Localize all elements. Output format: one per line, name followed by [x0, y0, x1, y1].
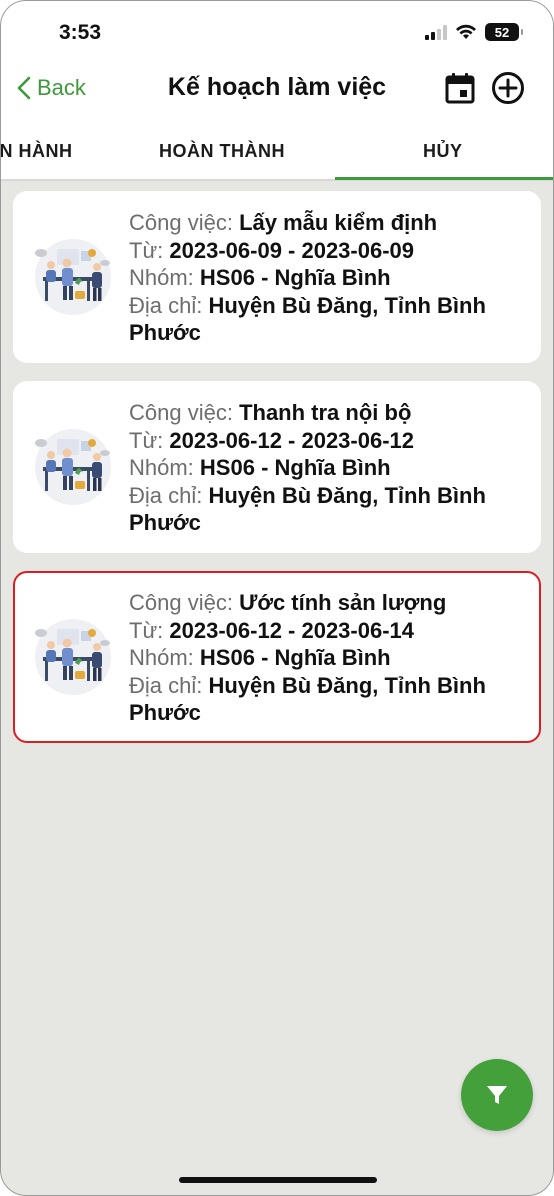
date-value: 2023-06-09 - 2023-06-09 — [169, 237, 415, 263]
plan-card-info: Công việc: Ước tính sản lượng Từ: 2023-0… — [129, 589, 529, 727]
address-row: Địa chỉ: Huyện Bù Đăng, Tỉnh Bình Phước — [129, 292, 529, 347]
task-row: Công việc: Lấy mẫu kiểm định — [129, 209, 529, 237]
header-area: 3:53 52 Back Kế hoạch làm việc N HÀNH HO… — [1, 1, 553, 181]
group-label: Nhóm: — [129, 645, 200, 670]
date-value: 2023-06-12 - 2023-06-14 — [169, 617, 415, 643]
battery-icon: 52 — [485, 23, 523, 41]
task-value: Lấy mẫu kiểm định — [239, 210, 438, 235]
calendar-button[interactable] — [443, 71, 477, 105]
task-row: Công việc: Thanh tra nội bộ — [129, 399, 529, 427]
wifi-icon — [456, 24, 476, 39]
address-row: Địa chỉ: Huyện Bù Đăng, Tỉnh Bình Phước — [129, 672, 529, 727]
date-row: Từ: 2023-06-12 - 2023-06-12 — [129, 427, 529, 455]
group-value: HS06 - Nghĩa Bình — [199, 455, 391, 480]
status-icons: 52 — [425, 23, 523, 41]
address-label: Địa chỉ: — [129, 672, 209, 698]
group-value: HS06 - Nghĩa Bình — [199, 265, 391, 290]
address-row: Địa chỉ: Huyện Bù Đăng, Tỉnh Bình Phước — [129, 482, 529, 537]
calendar-icon — [445, 73, 475, 104]
task-label: Công việc: — [129, 210, 240, 235]
plan-card-info: Công việc: Lấy mẫu kiểm định Từ: 2023-06… — [129, 209, 529, 347]
group-value: HS06 - Nghĩa Bình — [199, 645, 391, 670]
plan-list: Công việc: Lấy mẫu kiểm định Từ: 2023-06… — [13, 191, 542, 761]
tab-cancelled[interactable]: HỦY — [423, 141, 463, 162]
date-row: Từ: 2023-06-09 - 2023-06-09 — [129, 237, 529, 265]
date-row: Từ: 2023-06-12 - 2023-06-14 — [129, 617, 529, 645]
add-button[interactable] — [491, 71, 525, 105]
active-tab-indicator — [335, 177, 553, 180]
group-label: Nhóm: — [129, 455, 200, 480]
date-label: Từ: — [129, 237, 170, 263]
phone-screen: 3:53 52 Back Kế hoạch làm việc N HÀNH HO… — [0, 0, 554, 1196]
team-meeting-illustration — [35, 619, 111, 695]
task-label: Công việc: — [129, 590, 240, 615]
navigation-bar: Back Kế hoạch làm việc — [1, 65, 553, 117]
team-meeting-illustration — [35, 239, 111, 315]
status-bar: 3:53 52 — [1, 1, 553, 65]
plan-card-selected[interactable]: Công việc: Ước tính sản lượng Từ: 2023-0… — [13, 571, 541, 743]
date-value: 2023-06-12 - 2023-06-12 — [169, 427, 415, 453]
address-label: Địa chỉ: — [129, 482, 209, 508]
task-value: Thanh tra nội bộ — [239, 400, 412, 425]
team-meeting-illustration — [35, 429, 111, 505]
task-label: Công việc: — [129, 400, 240, 425]
date-label: Từ: — [129, 427, 170, 453]
tab-bar: ẾN HÀNH HOÀN THÀNH HỦY — [1, 125, 553, 181]
filter-button[interactable] — [461, 1059, 533, 1131]
plan-card-info: Công việc: Thanh tra nội bộ Từ: 2023-06-… — [129, 399, 529, 537]
tab-in-progress[interactable]: ẾN HÀNH — [1, 141, 73, 162]
cellular-signal-icon — [425, 24, 447, 40]
task-value: Ước tính sản lượng — [239, 590, 447, 615]
group-row: Nhóm: HS06 - Nghĩa Bình — [129, 644, 529, 672]
status-time: 3:53 — [59, 21, 102, 44]
group-row: Nhóm: HS06 - Nghĩa Bình — [129, 264, 529, 292]
filter-icon — [487, 1086, 507, 1104]
date-label: Từ: — [129, 617, 170, 643]
plus-circle-icon — [492, 72, 524, 104]
plan-card[interactable]: Công việc: Thanh tra nội bộ Từ: 2023-06-… — [13, 381, 541, 553]
address-label: Địa chỉ: — [129, 292, 209, 318]
home-indicator[interactable] — [179, 1177, 377, 1183]
group-row: Nhóm: HS06 - Nghĩa Bình — [129, 454, 529, 482]
plan-card[interactable]: Công việc: Lấy mẫu kiểm định Từ: 2023-06… — [13, 191, 541, 363]
task-row: Công việc: Ước tính sản lượng — [129, 589, 529, 617]
nav-actions — [443, 71, 525, 105]
tab-completed[interactable]: HOÀN THÀNH — [159, 141, 285, 162]
group-label: Nhóm: — [129, 265, 200, 290]
